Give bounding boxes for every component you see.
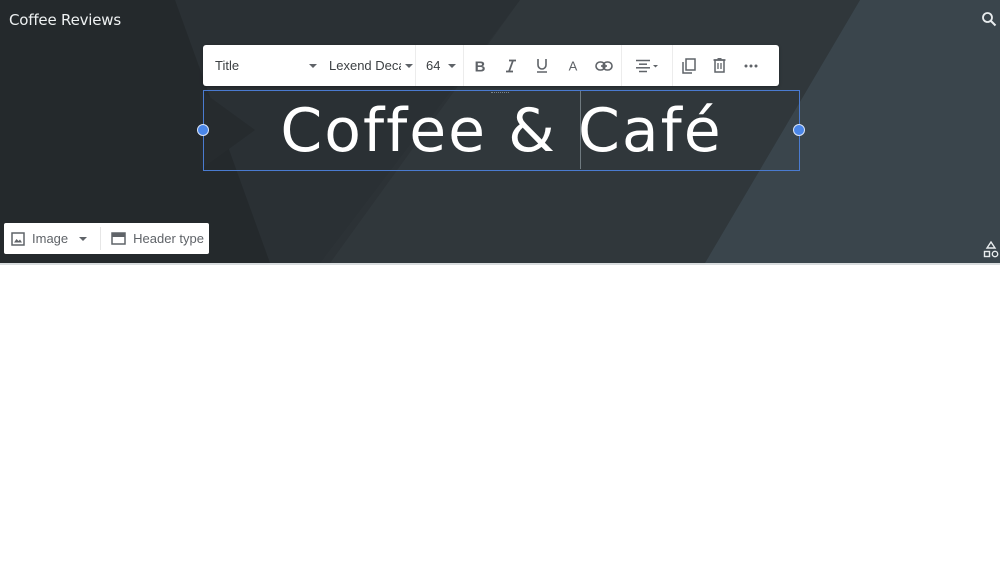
chevron-down-icon (79, 236, 88, 241)
link-icon (594, 60, 613, 71)
duplicate-button[interactable] (673, 45, 704, 86)
text-color-icon: A (568, 59, 577, 73)
header-title[interactable]: Coffee & Café (204, 91, 799, 170)
font-size-value: 64 (426, 58, 441, 73)
more-options-button[interactable] (735, 45, 766, 86)
chevron-down-icon (448, 63, 457, 68)
shapes-icon (983, 240, 999, 258)
text-formatting-toolbar: Title Lexend Deca 64 B A (203, 45, 779, 86)
chevron-down-icon (309, 63, 317, 68)
underline-icon (536, 59, 547, 73)
font-select-value: Lexend Deca (329, 58, 401, 73)
search-icon (982, 12, 997, 27)
align-button[interactable] (622, 45, 672, 86)
page-body (0, 265, 1000, 585)
style-select[interactable]: Title (203, 45, 325, 86)
resize-handle-right[interactable] (793, 124, 805, 136)
site-title[interactable]: Coffee Reviews (9, 11, 121, 29)
header-type-icon (111, 232, 126, 245)
font-size-select[interactable]: 64 (416, 45, 460, 86)
bold-button[interactable]: B (464, 45, 495, 86)
more-horizontal-icon (744, 64, 757, 67)
image-button[interactable]: Image (4, 223, 88, 254)
title-text-box[interactable]: Coffee & Café (203, 90, 800, 171)
header-type-label: Header type (133, 231, 204, 246)
copy-icon (681, 57, 696, 74)
site-header: Coffee Reviews Coffee & Café Title Lexen… (0, 0, 1000, 263)
theme-button[interactable] (983, 240, 999, 259)
font-select[interactable]: Lexend Deca (325, 45, 415, 86)
delete-button[interactable] (704, 45, 735, 86)
underline-button[interactable] (526, 45, 557, 86)
italic-button[interactable] (495, 45, 526, 86)
align-center-icon (636, 59, 658, 72)
search-button[interactable] (978, 8, 1000, 30)
header-type-button[interactable]: Header type (107, 223, 204, 254)
link-button[interactable] (588, 45, 619, 86)
bold-icon: B (474, 59, 485, 73)
header-controls-bar: Image Header type (4, 223, 209, 254)
resize-handle-left[interactable] (197, 124, 209, 136)
text-color-button[interactable]: A (557, 45, 588, 86)
image-button-label: Image (32, 231, 69, 246)
svg-text:A: A (568, 59, 577, 73)
controls-divider (100, 227, 102, 250)
image-icon (11, 231, 25, 246)
chevron-down-icon (405, 63, 413, 68)
text-cursor (580, 91, 581, 169)
svg-text:B: B (474, 59, 485, 73)
trash-icon (713, 58, 726, 73)
italic-icon (505, 59, 516, 72)
style-select-value: Title (215, 58, 240, 73)
